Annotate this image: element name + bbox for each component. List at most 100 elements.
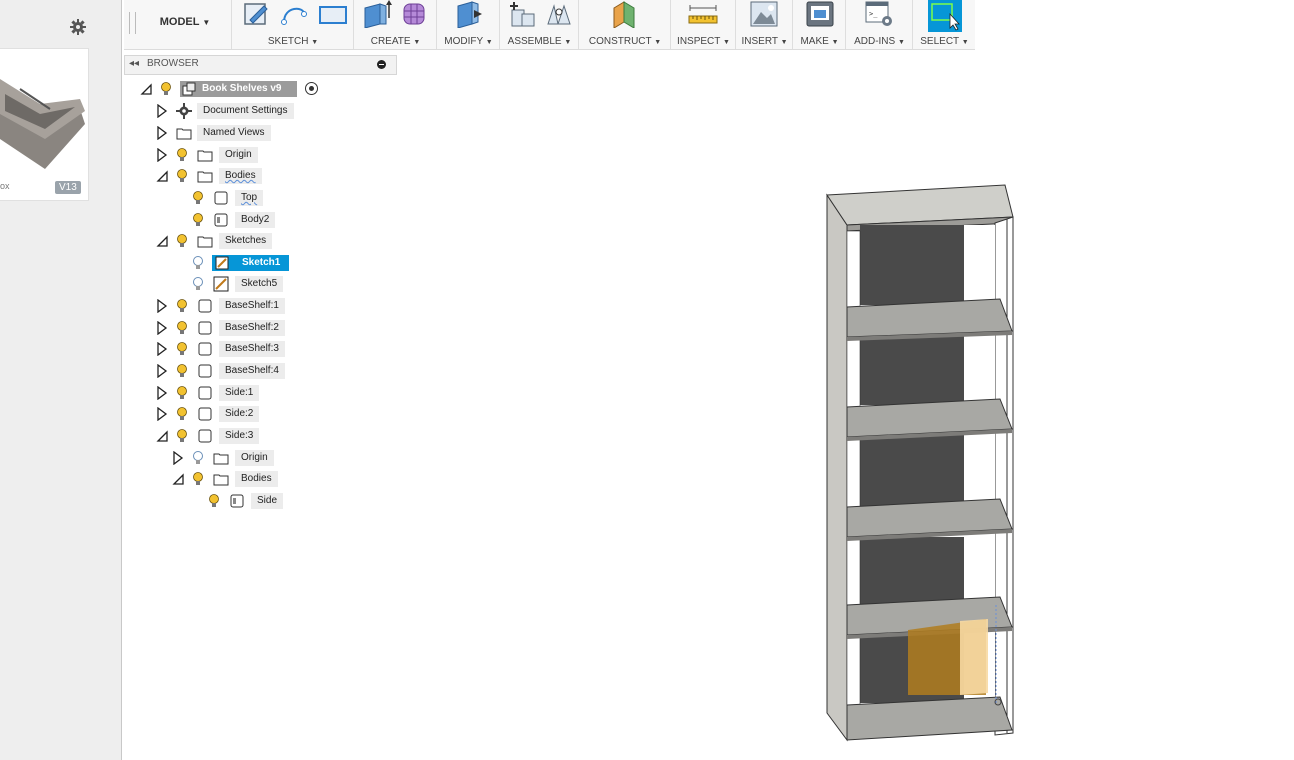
toolbar-group-modify[interactable]: MODIFY ▼ [436,0,500,49]
lightbulb-off-icon[interactable] [192,276,204,292]
tree-node-origin[interactable]: Origin [156,146,306,164]
lightbulb-icon[interactable] [192,190,204,206]
activate-component-radio[interactable] [305,82,318,95]
tree-node-baseshelf-4[interactable]: BaseShelf:4 [156,362,306,380]
tree-node-bodies[interactable]: Bodies [156,167,306,185]
expanded-triangle-icon[interactable] [156,169,168,183]
collapsed-triangle-icon[interactable] [156,386,168,400]
collapsed-triangle-icon[interactable] [156,364,168,378]
rectangle-icon[interactable] [318,0,348,28]
lightbulb-icon[interactable] [176,363,188,379]
expanded-triangle-icon[interactable] [172,472,184,486]
svg-text:>_: >_ [869,10,878,18]
folder-icon [213,453,229,465]
offset-plane-icon[interactable] [610,0,640,28]
workspace-switcher[interactable]: MODEL ▼ [142,16,228,28]
toolbar-group-insert[interactable]: INSERT ▼ [735,0,793,49]
extrude-icon[interactable] [362,0,392,28]
collapsed-triangle-icon[interactable] [156,342,168,356]
tree-node-baseshelf-2[interactable]: BaseShelf:2 [156,319,306,337]
toolbar-group-select[interactable]: SELECT ▼ [912,0,976,49]
tree-node-baseshelf-1[interactable]: BaseShelf:1 [156,297,306,315]
collapsed-triangle-icon[interactable] [156,126,168,140]
tree-label-origin: Origin [219,147,258,163]
expanded-triangle-icon[interactable] [140,82,152,96]
collapsed-triangle-icon[interactable] [156,104,168,118]
press-pull-icon[interactable] [454,0,484,28]
tree-node-side3-bodies[interactable]: Bodies [172,470,322,488]
collapsed-triangle-icon[interactable] [172,451,184,465]
gear-icon[interactable] [69,18,87,36]
folder-icon [197,150,213,162]
collapsed-triangle-icon[interactable] [156,321,168,335]
tree-node-named-views[interactable]: Named Views [156,124,306,142]
lightbulb-icon[interactable] [192,471,204,487]
lightbulb-icon[interactable] [176,320,188,336]
3d-print-icon[interactable] [805,0,835,28]
minimize-icon[interactable] [377,60,386,69]
toolbar-group-make[interactable]: MAKE ▼ [792,0,846,49]
joint-icon[interactable] [544,0,574,28]
lightbulb-icon[interactable] [208,493,220,509]
expanded-triangle-icon[interactable] [156,429,168,443]
group-label-inspect: INSPECT [677,36,721,47]
tree-node-sketches[interactable]: Sketches [156,232,306,250]
measure-icon[interactable] [687,0,719,28]
lightbulb-icon[interactable] [176,406,188,422]
lightbulb-icon[interactable] [176,428,188,444]
lightbulb-icon[interactable] [176,385,188,401]
scripts-icon[interactable]: >_ [864,0,894,28]
toolbar-group-sketch[interactable]: SKETCH ▼ [231,0,354,49]
lightbulb-off-icon[interactable] [192,255,204,271]
thumbnail-image [0,79,85,169]
toolbar-group-inspect[interactable]: INSPECT ▼ [670,0,736,49]
folder-icon [197,171,213,183]
form-icon[interactable] [400,0,430,28]
tree-node-document-settings[interactable]: Document Settings [156,102,306,120]
collapsed-triangle-icon[interactable] [156,407,168,421]
tree-label-bodies: Bodies [219,168,262,184]
tree-node-side3-origin[interactable]: Origin [172,449,322,467]
body-icon [214,191,228,205]
lightbulb-icon[interactable] [192,212,204,228]
toolbar-group-construct[interactable]: CONSTRUCT ▼ [578,0,671,49]
tree-node-baseshelf-3[interactable]: BaseShelf:3 [156,340,306,358]
tree-node-sketch1[interactable]: Sketch1 [172,254,322,272]
tree-node-root[interactable]: Book Shelves v9 [140,80,340,98]
expanded-triangle-icon[interactable] [156,234,168,248]
toolbar-group-assemble[interactable]: ASSEMBLE ▼ [499,0,579,49]
lightbulb-off-icon[interactable] [192,450,204,466]
tree-node-side-2[interactable]: Side:2 [156,405,306,423]
bookshelf-3d-model[interactable] [800,175,1040,755]
tree-node-side-body[interactable]: Side [188,492,338,510]
design-thumbnail[interactable]: ox V13 [0,48,89,201]
tree-node-side-3[interactable]: Side:3 [156,427,306,445]
select-icon[interactable] [928,0,962,32]
collapsed-triangle-icon[interactable] [156,148,168,162]
sketch-icon [215,256,229,270]
tree-label-root[interactable]: Book Shelves v9 [180,81,297,97]
new-component-icon[interactable] [508,0,538,28]
lightbulb-icon[interactable] [176,298,188,314]
tree-node-body2[interactable]: Body2 [172,211,322,229]
version-badge[interactable]: V13 [55,181,81,194]
collapse-browser-icon[interactable]: ◂◂ [129,58,139,69]
collapsed-triangle-icon[interactable] [156,299,168,313]
lightbulb-icon[interactable] [160,81,172,97]
tree-node-top[interactable]: Top [172,189,322,207]
lightbulb-icon[interactable] [176,147,188,163]
toolbar-group-create[interactable]: CREATE ▼ [353,0,437,49]
toolbar-group-add-ins[interactable]: >_ ADD-INS ▼ [845,0,913,49]
tree-label-document-settings: Document Settings [197,103,294,119]
arc-icon[interactable] [280,0,310,28]
create-sketch-icon[interactable] [242,0,270,28]
group-label-sketch: SKETCH [267,36,309,47]
lightbulb-icon[interactable] [176,168,188,184]
lightbulb-icon[interactable] [176,341,188,357]
group-label-assemble: ASSEMBLE [507,36,562,47]
toolbar-grip[interactable] [129,12,136,34]
lightbulb-icon[interactable] [176,233,188,249]
tree-node-side-1[interactable]: Side:1 [156,384,306,402]
insert-image-icon[interactable] [749,0,779,28]
tree-node-sketch5[interactable]: Sketch5 [172,275,322,293]
